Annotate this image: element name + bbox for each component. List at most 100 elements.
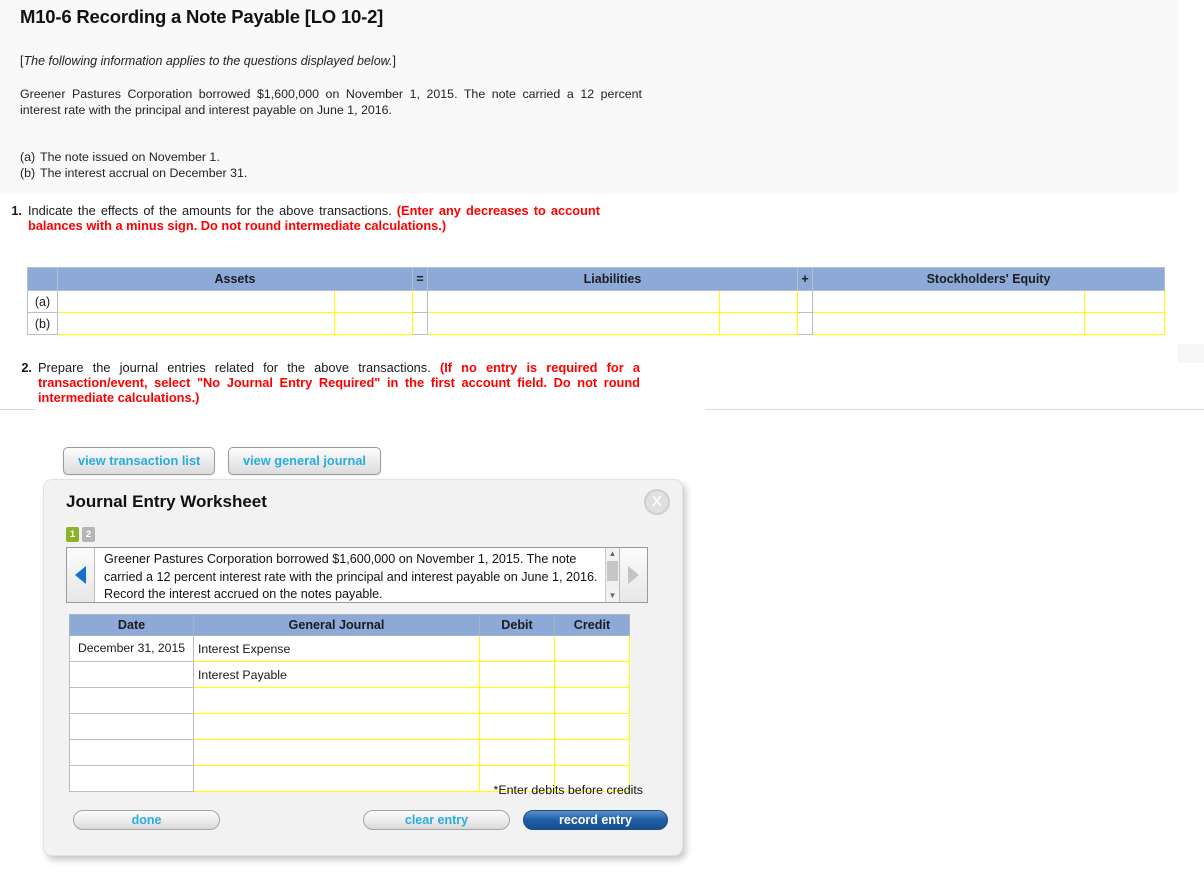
- journal-row-2-date: [69, 661, 194, 688]
- table-row: (a): [27, 290, 1165, 313]
- table-row: Interest Payable: [69, 661, 630, 688]
- debits-before-credits-note: *Enter debits before credits: [493, 783, 643, 797]
- journal-row-2-credit[interactable]: [554, 661, 630, 688]
- journal-row-4-date: [69, 713, 194, 740]
- journal-row-5-account[interactable]: [193, 739, 480, 766]
- journal-row-1-account[interactable]: Interest Expense: [193, 635, 480, 662]
- cell-a-plus: [797, 290, 813, 313]
- cell-a-assets-amount[interactable]: [334, 290, 413, 313]
- equals-header: =: [412, 267, 428, 291]
- journal-row-2-account[interactable]: Interest Payable: [193, 661, 480, 688]
- event-text: The note issued on November 1.: [40, 150, 220, 164]
- scrollbar-thumb[interactable]: [607, 561, 618, 581]
- view-general-journal-button[interactable]: view general journal: [227, 447, 381, 475]
- plus-header: +: [797, 267, 813, 291]
- worksheet-tab-1[interactable]: 1: [66, 527, 79, 542]
- row-label-b: (b): [27, 312, 58, 335]
- journal-row-3-credit[interactable]: [554, 687, 630, 714]
- journal-row-1-date: December 31, 2015: [69, 635, 194, 662]
- applies-bracket-close: ]: [392, 54, 396, 68]
- journal-row-5-credit[interactable]: [554, 739, 630, 766]
- requirement-2-text: Prepare the journal entries related for …: [38, 360, 640, 405]
- section-divider-right: [705, 409, 1204, 410]
- journal-header-date: Date: [69, 614, 194, 636]
- equity-header: Stockholders' Equity: [812, 267, 1165, 291]
- cell-b-liabilities-name[interactable]: [427, 312, 720, 335]
- table-row: December 31, 2015 Interest Expense: [69, 635, 630, 662]
- view-button-group: view transaction list view general journ…: [63, 447, 381, 475]
- general-journal-table: Date General Journal Debit Credit Decemb…: [69, 614, 630, 792]
- event-tag: (b): [20, 165, 36, 180]
- journal-row-4-credit[interactable]: [554, 713, 630, 740]
- applies-note: [The following information applies to th…: [20, 54, 396, 68]
- cell-a-liabilities-name[interactable]: [427, 290, 720, 313]
- journal-row-5-date: [69, 739, 194, 766]
- requirement-1-black: Indicate the effects of the amounts for …: [28, 203, 392, 218]
- scroll-up-icon[interactable]: ▲: [606, 548, 619, 560]
- requirement-2-number: 2.: [21, 360, 32, 375]
- cell-b-assets-amount[interactable]: [334, 312, 413, 335]
- cell-b-equity-amount[interactable]: [1084, 312, 1165, 335]
- worksheet-tab-2[interactable]: 2: [82, 527, 95, 542]
- journal-row-6-account[interactable]: [193, 765, 480, 792]
- event-text: The interest accrual on December 31.: [40, 165, 248, 180]
- record-entry-button[interactable]: record entry: [523, 810, 668, 830]
- table-header-row: Assets = Liabilities + Stockholders' Equ…: [27, 267, 1165, 291]
- journal-row-1-credit[interactable]: [554, 635, 630, 662]
- journal-header-debit: Debit: [479, 614, 555, 636]
- worksheet-prompt-text: Greener Pastures Corporation borrowed $1…: [104, 552, 598, 601]
- cell-a-equity-name[interactable]: [812, 290, 1085, 313]
- requirement-1-text: Indicate the effects of the amounts for …: [28, 203, 600, 233]
- row-label-a: (a): [27, 290, 58, 313]
- scroll-down-icon[interactable]: ▼: [606, 590, 619, 602]
- view-transaction-list-button[interactable]: view transaction list: [63, 447, 216, 475]
- assets-header: Assets: [57, 267, 413, 291]
- accounting-equation-table: Assets = Liabilities + Stockholders' Equ…: [27, 267, 1165, 335]
- cell-b-liabilities-amount[interactable]: [719, 312, 798, 335]
- list-item: (a) The note issued on November 1.: [20, 150, 247, 166]
- section-divider-left: [0, 409, 36, 410]
- cell-b-plus: [797, 312, 813, 335]
- next-transaction-arrow-icon[interactable]: [619, 548, 647, 602]
- clear-entry-button[interactable]: clear entry: [363, 810, 510, 830]
- table-row: [69, 687, 630, 714]
- previous-transaction-arrow-icon[interactable]: [67, 548, 95, 602]
- journal-row-3-account[interactable]: [193, 687, 480, 714]
- journal-row-3-debit[interactable]: [479, 687, 555, 714]
- requirement-1: 1. Indicate the effects of the amounts f…: [0, 203, 600, 233]
- worksheet-title: Journal Entry Worksheet: [66, 492, 267, 511]
- prompt-scrollbar[interactable]: ▲ ▼: [605, 548, 619, 602]
- list-item: (b) The interest accrual on December 31.: [20, 166, 247, 182]
- done-button[interactable]: done: [73, 810, 220, 830]
- worksheet-tab-strip: 12: [66, 527, 98, 542]
- cell-a-equity-amount[interactable]: [1084, 290, 1165, 313]
- table-row: [69, 739, 630, 766]
- cell-a-equals: [412, 290, 428, 313]
- triangle-left-icon: [75, 566, 86, 584]
- corner-header: [27, 267, 58, 291]
- page-title: M10-6 Recording a Note Payable [LO 10-2]: [20, 6, 384, 27]
- cell-b-assets-name[interactable]: [57, 312, 335, 335]
- cell-b-equity-name[interactable]: [812, 312, 1085, 335]
- journal-entry-worksheet-dialog: Journal Entry Worksheet X 12 Greener Pas…: [43, 479, 683, 856]
- journal-row-3-date: [69, 687, 194, 714]
- journal-row-2-debit[interactable]: [479, 661, 555, 688]
- requirement-2-black: Prepare the journal entries related for …: [38, 360, 431, 375]
- journal-row-4-account[interactable]: [193, 713, 480, 740]
- journal-row-4-debit[interactable]: [479, 713, 555, 740]
- journal-header-general-journal: General Journal: [193, 614, 480, 636]
- event-list: (a) The note issued on November 1. (b) The…: [20, 150, 247, 181]
- cell-b-equals: [412, 312, 428, 335]
- requirement-2: 2. Prepare the journal entries related f…: [10, 360, 640, 405]
- event-tag: (a): [20, 150, 36, 164]
- cell-a-liabilities-amount[interactable]: [719, 290, 798, 313]
- close-icon[interactable]: X: [644, 489, 670, 515]
- cell-a-assets-name[interactable]: [57, 290, 335, 313]
- table-row: [69, 713, 630, 740]
- liabilities-header: Liabilities: [427, 267, 798, 291]
- triangle-right-icon: [628, 566, 639, 584]
- journal-header-credit: Credit: [554, 614, 630, 636]
- journal-row-1-debit[interactable]: [479, 635, 555, 662]
- requirement-1-number: 1.: [11, 203, 22, 218]
- journal-row-5-debit[interactable]: [479, 739, 555, 766]
